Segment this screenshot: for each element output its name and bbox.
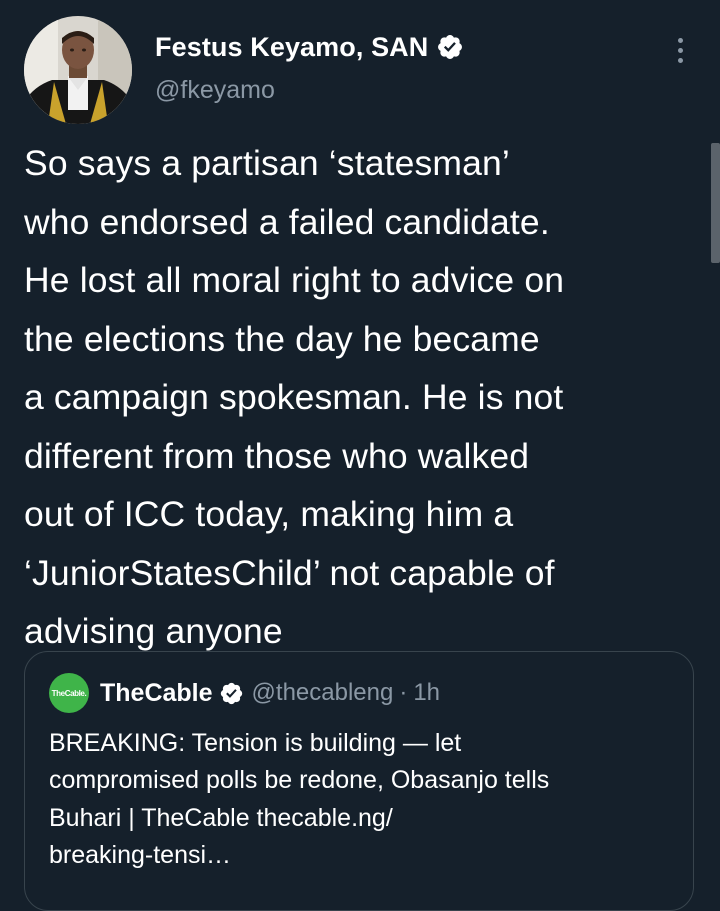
- quoted-tweet-header: TheCable. TheCable @thecableng · 1h: [49, 673, 440, 713]
- more-vertical-icon-dot: [677, 57, 683, 63]
- quoted-tweet-text-line: BREAKING: Tension is building — let: [49, 729, 462, 757]
- tweet-text: So says a partisan ‘statesman’ who endor…: [24, 134, 710, 661]
- quoted-tweet-text-line: breaking-tensi…: [49, 840, 232, 869]
- more-options-button[interactable]: [664, 30, 696, 70]
- tweet-text-line: So says a partisan ‘statesman’: [24, 143, 510, 183]
- tweet-text-line: out of ICC today, making him a: [24, 494, 514, 534]
- tweet: Festus Keyamo, SAN @fkeyamo So says a pa…: [0, 0, 720, 911]
- author-name[interactable]: Festus Keyamo, SAN: [155, 32, 428, 63]
- quoted-tweet-timestamp[interactable]: 1h: [413, 679, 440, 707]
- tweet-text-line: a campaign spokesman. He is not: [24, 377, 564, 417]
- author-avatar[interactable]: [24, 16, 132, 124]
- tweet-text-line: ‘JuniorStatesChild’ not capable of: [24, 552, 555, 593]
- profile-photo: [24, 16, 132, 124]
- quoted-author-handle[interactable]: @thecableng: [252, 679, 394, 707]
- quoted-tweet-card[interactable]: TheCable. TheCable @thecableng · 1h BREA…: [24, 651, 694, 911]
- quoted-tweet-text-line: compromised polls be redone, Obasanjo te…: [49, 766, 550, 795]
- quoted-author-avatar[interactable]: TheCable.: [49, 673, 89, 713]
- more-vertical-icon: [677, 37, 683, 43]
- tweet-text-line: He lost all moral right to advice on: [24, 260, 565, 300]
- tweet-text-line: who endorsed a failed candidate.: [24, 201, 550, 242]
- more-vertical-icon-dot: [677, 47, 683, 53]
- verified-badge-icon: [219, 681, 244, 706]
- author-handle[interactable]: @fkeyamo: [155, 76, 275, 105]
- tweet-text-line: the elections the day he became: [24, 318, 540, 359]
- verified-badge-icon: [436, 33, 464, 61]
- quoted-tweet-text-line: Buhari | TheCable thecable.ng/: [49, 803, 393, 832]
- tweet-text-line: different from those who walked: [24, 435, 530, 476]
- quoted-author-name[interactable]: TheCable: [100, 679, 213, 708]
- separator-dot: ·: [399, 679, 408, 706]
- quoted-tweet-text: BREAKING: Tension is building — let comp…: [49, 725, 689, 874]
- scrollbar-thumb[interactable]: [711, 143, 720, 263]
- author-name-row: Festus Keyamo, SAN: [155, 29, 464, 65]
- quoted-avatar-logo-text: TheCable.: [51, 688, 87, 698]
